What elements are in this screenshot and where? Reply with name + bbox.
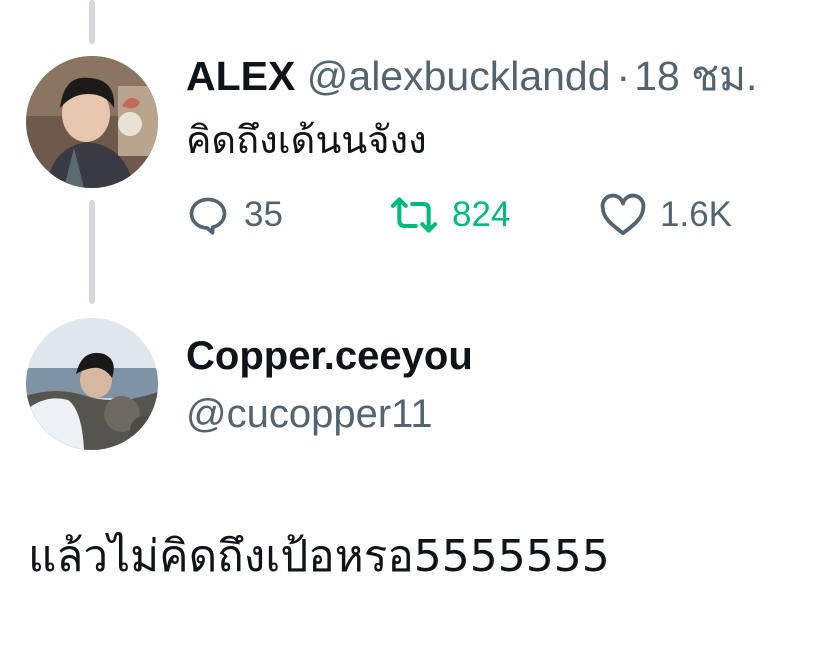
like-count: 1.6K: [660, 195, 732, 234]
tweet-text: คิดถึงเด้นนจังง: [186, 118, 427, 162]
retweet-count: 824: [452, 195, 511, 234]
reply-handle[interactable]: @cucopper11: [186, 390, 433, 438]
copper-avatar-photo: [26, 318, 158, 450]
speech-bubble-icon: [186, 193, 230, 237]
handle[interactable]: @alexbucklandd: [307, 53, 611, 99]
thread-line-top: [89, 0, 95, 44]
alex-avatar-photo: [26, 56, 158, 188]
tweet-actions: 35 824 1.6K: [0, 192, 829, 238]
display-name[interactable]: ALEX: [186, 53, 295, 99]
heart-icon: [600, 193, 646, 237]
reply-button[interactable]: 35: [186, 192, 283, 238]
retweet-arrows-icon: [390, 193, 438, 237]
separator-dot: ·: [616, 53, 631, 99]
reply-count: 35: [244, 195, 283, 234]
copper-avatar[interactable]: [26, 318, 158, 450]
like-button[interactable]: 1.6K: [600, 192, 732, 238]
alex-avatar[interactable]: [26, 56, 158, 188]
tweet-header: ALEX @alexbucklandd ·18 ชม.: [186, 52, 757, 100]
retweet-button[interactable]: 824: [390, 192, 510, 238]
thread-line-connector: [89, 200, 95, 304]
timestamp[interactable]: 18 ชม.: [634, 53, 757, 99]
reply-text: แล้วไม่คิดถึงเป้อหรอ5555555: [28, 531, 610, 582]
reply-display-name[interactable]: Copper.ceeyou: [186, 332, 473, 380]
